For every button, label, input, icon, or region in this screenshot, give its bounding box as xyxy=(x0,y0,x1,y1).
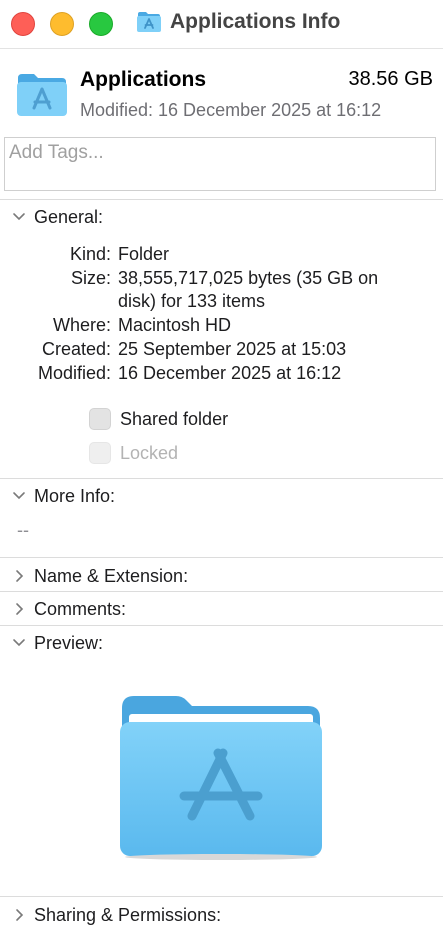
locked-checkbox xyxy=(89,442,111,464)
info-value: Folder xyxy=(118,244,170,264)
file-header: Applications 38.56 GB Modified: 16 Decem… xyxy=(0,48,443,132)
section-name-extension-label: Name & Extension: xyxy=(34,566,189,586)
chevron-right-icon xyxy=(16,570,24,582)
divider xyxy=(0,625,443,626)
divider xyxy=(0,557,443,558)
chevron-right-icon xyxy=(16,909,24,921)
file-modified: Modified: 16 December 2025 at 16:12 xyxy=(80,100,382,120)
section-general-label: General: xyxy=(34,207,104,227)
info-value: 38,555,717,025 bytes (35 GB on disk) for… xyxy=(118,268,379,311)
shared-folder-label: Shared folder xyxy=(120,409,229,429)
title-bar[interactable]: Applications Info xyxy=(0,0,443,49)
file-name: Applications xyxy=(80,68,207,91)
window-title: Applications Info xyxy=(170,10,341,33)
section-comments[interactable]: Comments: xyxy=(0,596,443,626)
divider xyxy=(0,591,443,592)
tags-field[interactable] xyxy=(4,137,436,191)
section-more-info[interactable]: More Info: xyxy=(0,483,443,513)
info-value: 25 September 2025 at 15:03 xyxy=(118,339,347,359)
section-preview[interactable]: Preview: xyxy=(0,630,443,660)
divider xyxy=(0,896,443,897)
divider xyxy=(0,199,443,200)
info-key: Where: xyxy=(52,315,111,335)
chevron-right-icon xyxy=(16,603,24,615)
section-comments-label: Comments: xyxy=(34,599,127,619)
info-value: 16 December 2025 at 16:12 xyxy=(118,363,342,383)
section-general[interactable]: General: xyxy=(0,204,443,234)
chevron-down-icon xyxy=(13,639,25,647)
applications-folder-icon xyxy=(137,12,161,32)
chevron-down-icon xyxy=(13,213,25,221)
info-value: Macintosh HD xyxy=(118,315,232,335)
section-sharing-permissions-label: Sharing & Permissions: xyxy=(34,905,222,925)
more-info-value: -- xyxy=(17,520,29,540)
tags-input[interactable] xyxy=(7,141,431,165)
applications-folder-icon xyxy=(17,74,67,116)
section-more-info-label: More Info: xyxy=(34,486,116,506)
divider xyxy=(0,478,443,479)
shared-folder-checkbox[interactable] xyxy=(89,408,111,430)
info-key: Size: xyxy=(70,268,111,288)
zoom-button[interactable] xyxy=(89,12,113,36)
info-key: Kind: xyxy=(69,244,111,264)
close-button[interactable] xyxy=(11,12,35,36)
file-size: 38.56 GB xyxy=(348,68,433,90)
section-name-extension[interactable]: Name & Extension: xyxy=(0,563,443,593)
section-preview-label: Preview: xyxy=(34,633,104,653)
section-sharing-permissions[interactable]: Sharing & Permissions: xyxy=(0,902,443,932)
info-key: Modified: xyxy=(37,363,111,383)
minimize-button[interactable] xyxy=(50,12,74,36)
applications-folder-icon xyxy=(120,696,322,860)
info-key: Created: xyxy=(41,339,111,359)
chevron-down-icon xyxy=(13,492,25,500)
locked-label: Locked xyxy=(120,443,179,463)
